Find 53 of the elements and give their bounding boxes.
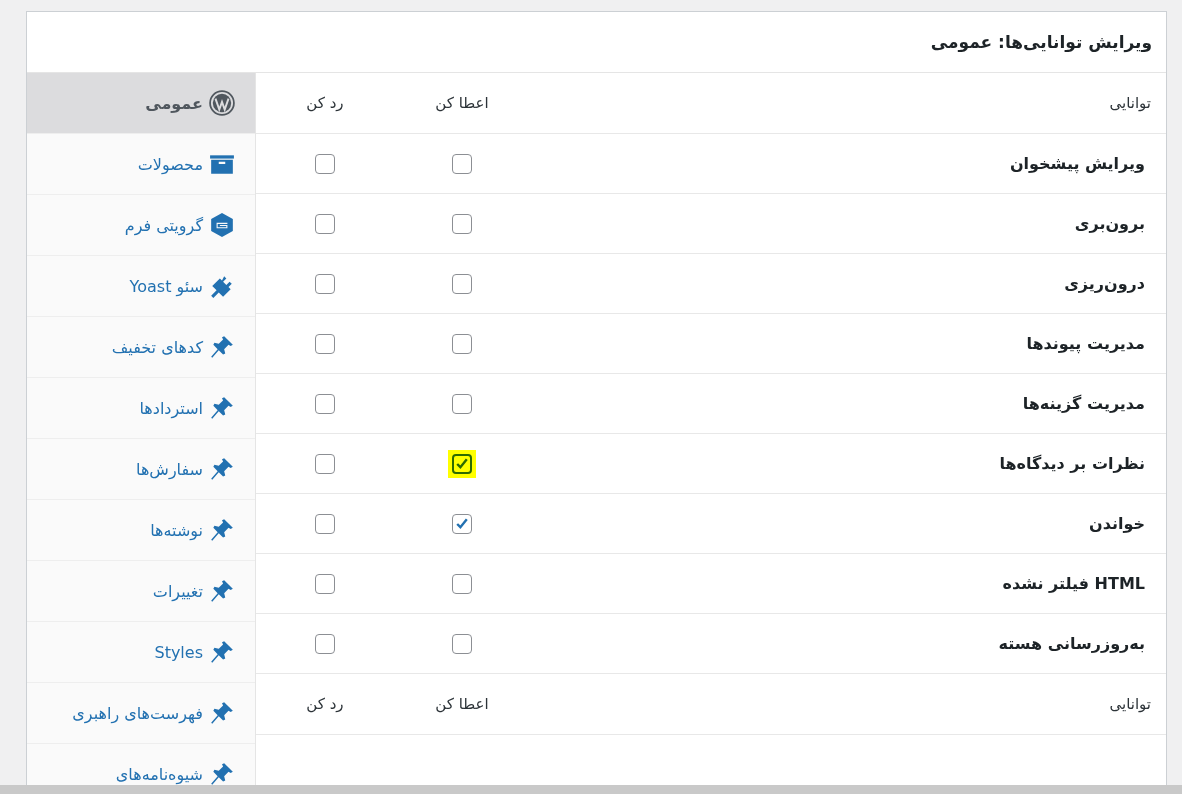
hexagon-icon — [209, 212, 235, 238]
sidebar-item[interactable]: استردادها — [27, 378, 255, 439]
pushpin-icon — [209, 761, 235, 785]
sidebar-item[interactable]: کدهای تخفیف — [27, 317, 255, 378]
column-footer: اعطا کن — [435, 695, 489, 713]
capability-name: درون‌ریزی — [1064, 274, 1146, 293]
pushpin-icon — [209, 700, 235, 726]
column-header: توانایی — [1109, 94, 1152, 112]
capability-name: ویرایش پیشخوان — [1009, 154, 1146, 173]
sidebar-item[interactable]: سفارش‌ها — [27, 439, 255, 500]
capability-name: مدیریت گزینه‌ها — [1022, 394, 1146, 413]
column-header: اعطا کن — [435, 94, 489, 112]
deny-checkbox[interactable] — [315, 213, 335, 234]
grant-checkbox[interactable] — [452, 633, 472, 654]
sidebar-item[interactable]: سئو Yoast — [27, 256, 255, 317]
panel-title: ویرایش توانایی‌ها: عمومی — [930, 32, 1152, 52]
sidebar-item[interactable]: عمومی — [27, 73, 255, 134]
grant-checkbox[interactable] — [452, 393, 472, 414]
pushpin-icon — [209, 517, 235, 543]
pushpin-icon — [209, 395, 235, 421]
capability-name: برون‌بری — [1074, 214, 1146, 233]
sidebar-item[interactable]: تغییرات — [27, 561, 255, 622]
pushpin-icon — [209, 456, 235, 482]
deny-checkbox[interactable] — [315, 633, 335, 654]
capability-name: به‌روزرسانی هسته — [998, 634, 1146, 653]
pushpin-icon — [209, 639, 235, 665]
deny-checkbox[interactable] — [315, 513, 335, 534]
grant-checkbox[interactable] — [452, 153, 472, 174]
grant-checkbox[interactable] — [452, 573, 472, 594]
capability-name: نظرات بر دیدگاه‌ها — [999, 454, 1146, 473]
sidebar-item[interactable]: گرویتی فرم — [27, 195, 255, 256]
deny-checkbox[interactable] — [315, 393, 335, 414]
capability-name: خواندن — [1089, 514, 1146, 533]
grant-checkbox[interactable] — [452, 213, 472, 234]
column-footer: رد کن — [306, 695, 344, 713]
column-footer: توانایی — [1109, 695, 1166, 713]
column-header: رد کن — [306, 94, 344, 112]
deny-checkbox[interactable] — [315, 333, 335, 354]
sidebar-item[interactable]: محصولات — [27, 134, 255, 195]
pushpin-icon — [209, 334, 235, 360]
sidebar-item[interactable]: نوشته‌ها — [27, 500, 255, 561]
pushpin-icon — [209, 578, 235, 604]
deny-checkbox[interactable] — [315, 573, 335, 594]
capability-name: HTML فیلتر نشده — [1002, 574, 1146, 593]
capability-name: مدیریت پیوندها — [1026, 334, 1146, 353]
deny-checkbox[interactable] — [315, 153, 335, 174]
deny-checkbox[interactable] — [315, 453, 335, 474]
deny-checkbox[interactable] — [315, 273, 335, 294]
grant-checkbox[interactable] — [452, 513, 472, 534]
sidebar-item[interactable]: فهرست‌های راهبری — [27, 683, 255, 744]
grant-checkbox[interactable] — [452, 273, 472, 294]
sidebar-item[interactable]: Styles — [27, 622, 255, 683]
grant-checkbox[interactable] — [452, 333, 472, 354]
